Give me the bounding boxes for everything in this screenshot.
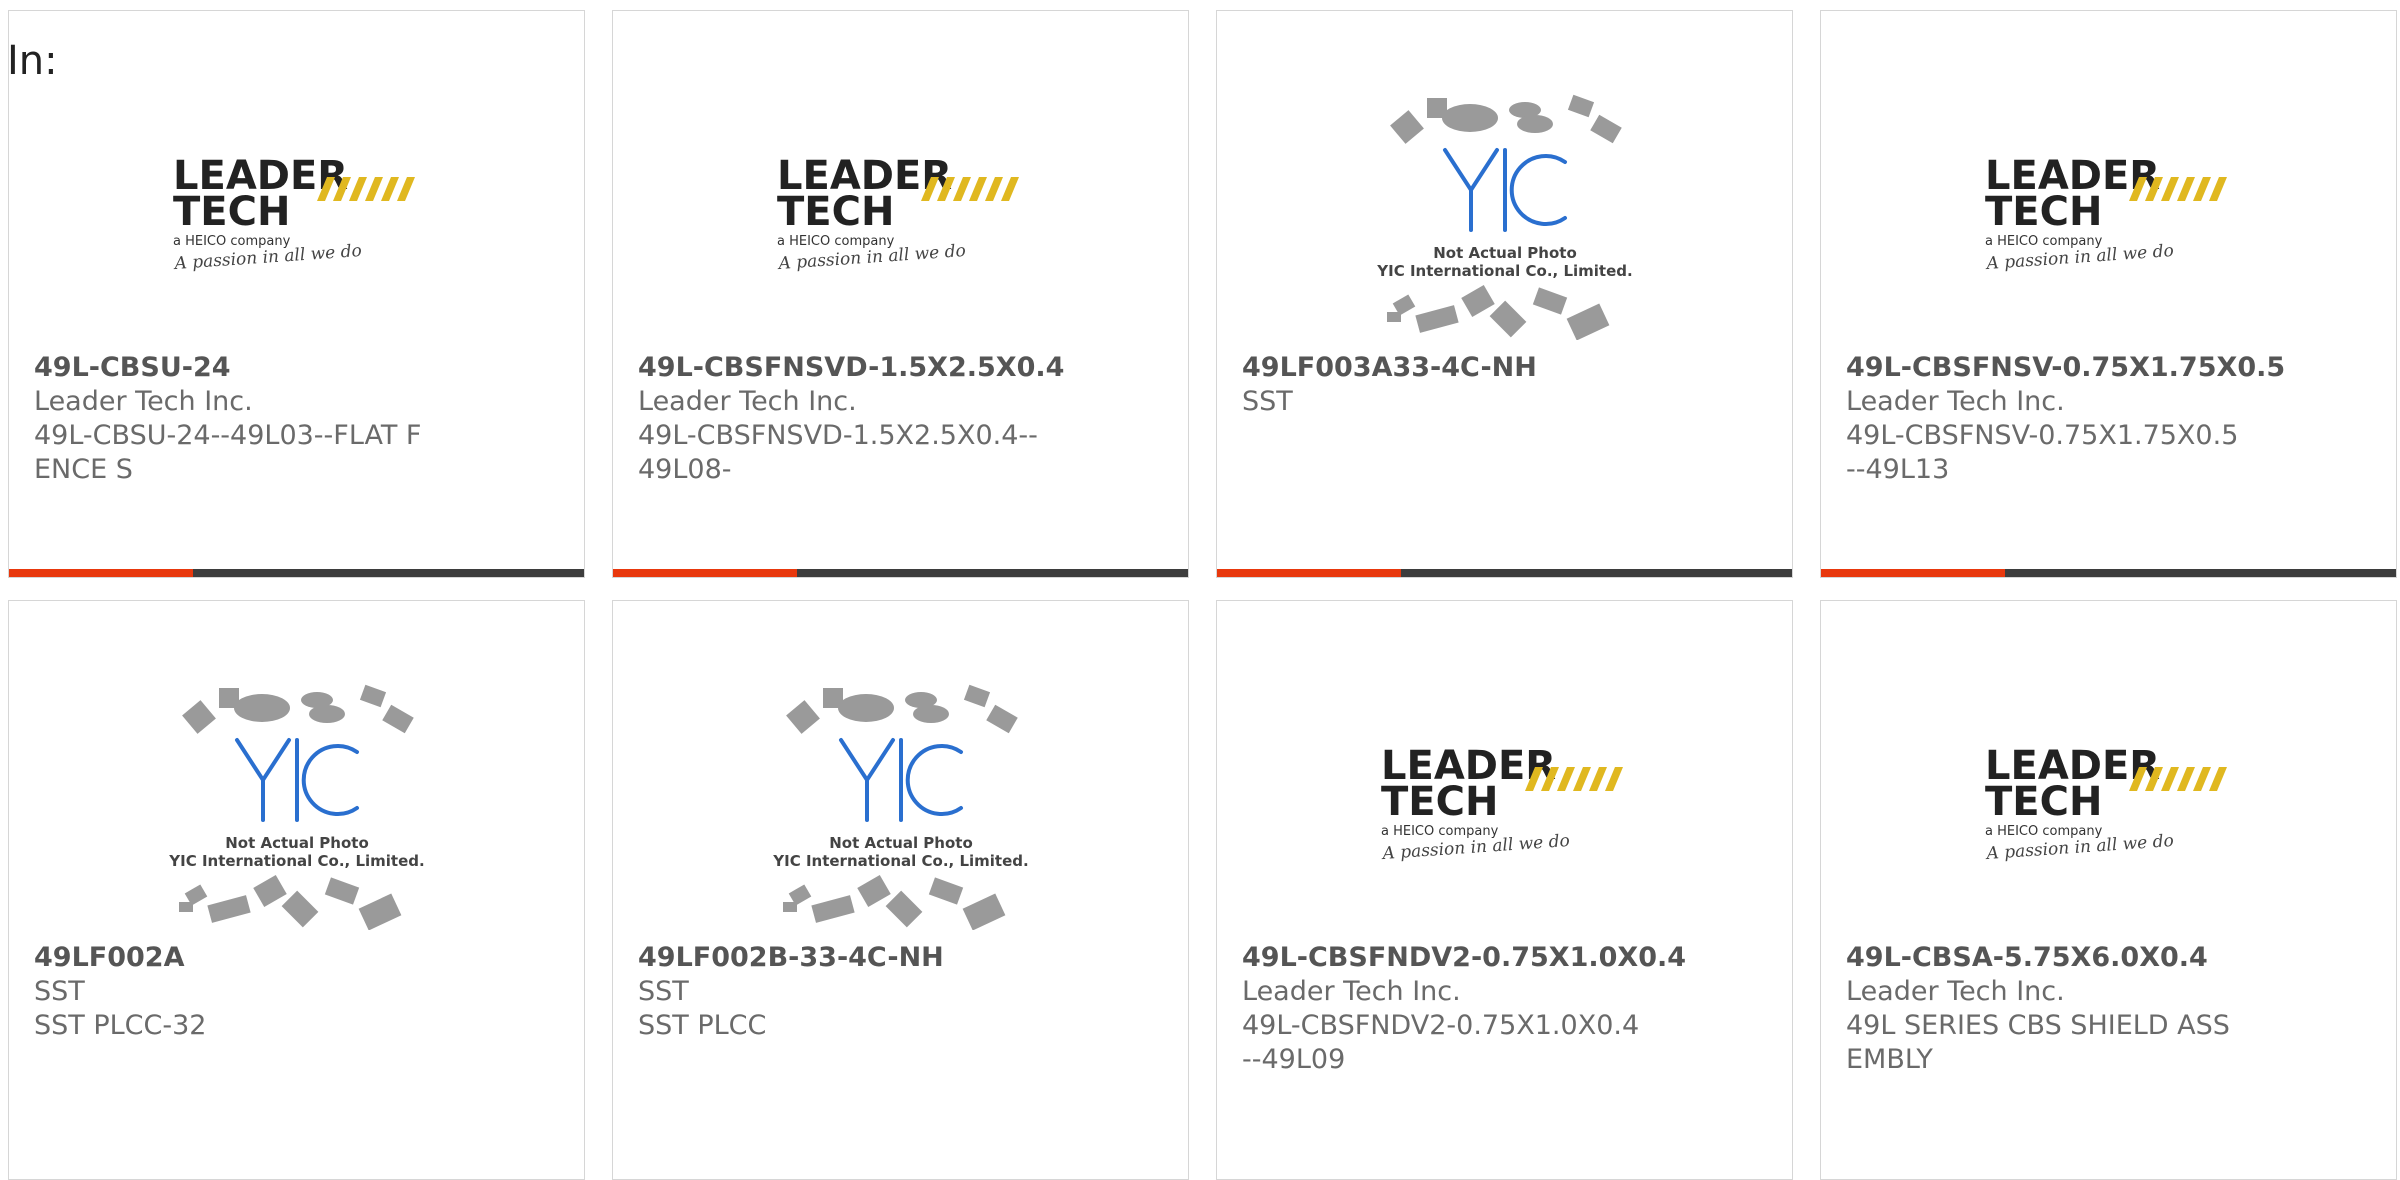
progress-bar-fill	[1821, 569, 2005, 577]
part-number[interactable]: 49L-CBSFNSVD-1.5X2.5X0.4	[638, 351, 1163, 385]
svg-text:Not Actual Photo: Not Actual Photo	[1433, 244, 1577, 262]
part-number[interactable]: 49LF002B-33-4C-NH	[638, 941, 1163, 975]
part-number[interactable]: 49L-CBSU-24	[34, 351, 559, 385]
svg-text:TECH: TECH	[173, 189, 290, 235]
product-thumbnail[interactable]: LEADER TECH a HEICO company A passion in…	[1217, 671, 1792, 939]
manufacturer: Leader Tech Inc.	[34, 386, 253, 417]
description: 49L-CBSFNSVD-1.5X2.5X0.4--49L08-	[638, 420, 1038, 485]
leader-tech-logo: LEADER TECH a HEICO company A passion in…	[1983, 153, 2227, 274]
product-card[interactable]: Not Actual Photo YIC International Co., …	[612, 600, 1189, 1180]
product-card[interactable]: Not Actual Photo YIC International Co., …	[8, 600, 585, 1180]
in-label: In:	[7, 38, 58, 84]
part-number[interactable]: 49LF002A	[34, 941, 559, 975]
progress-bar	[9, 569, 584, 577]
progress-bar	[613, 569, 1188, 577]
description: 49L SERIES CBS SHIELD ASSEMBLY	[1846, 1010, 2230, 1075]
svg-text:YIC International Co., Limited: YIC International Co., Limited.	[772, 852, 1028, 870]
svg-text:Not Actual Photo: Not Actual Photo	[225, 834, 369, 852]
product-card[interactable]: LEADER TECH a HEICO company A passion in…	[612, 10, 1189, 578]
part-number[interactable]: 49L-CBSA-5.75X6.0X0.4	[1846, 941, 2371, 975]
description: SST PLCC	[638, 1010, 767, 1041]
manufacturer: SST	[638, 976, 689, 1007]
product-card[interactable]: LEADER TECH a HEICO company A passion in…	[1820, 600, 2397, 1180]
product-thumbnail[interactable]: Not Actual Photo YIC International Co., …	[9, 671, 584, 939]
manufacturer: SST	[34, 976, 85, 1007]
manufacturer: Leader Tech Inc.	[1846, 386, 2065, 417]
leader-tech-logo: LEADER TECH a HEICO company A passion in…	[775, 153, 1019, 274]
description: SST PLCC-32	[34, 1010, 207, 1041]
yic-placeholder-image: Not Actual Photo YIC International Co., …	[168, 684, 424, 930]
manufacturer: SST	[1242, 386, 1293, 417]
manufacturer: Leader Tech Inc.	[638, 386, 857, 417]
product-thumbnail[interactable]: LEADER TECH a HEICO company A passion in…	[613, 81, 1188, 349]
yic-placeholder-image: Not Actual Photo YIC International Co., …	[772, 684, 1028, 930]
svg-text:YIC International Co., Limited: YIC International Co., Limited.	[1376, 262, 1632, 280]
svg-text:Not Actual Photo: Not Actual Photo	[829, 834, 973, 852]
svg-text:TECH: TECH	[777, 189, 894, 235]
product-card[interactable]: LEADER TECH a HEICO company A passion in…	[1216, 600, 1793, 1180]
leader-tech-logo: LEADER TECH a HEICO company A passion in…	[1983, 743, 2227, 864]
description: 49L-CBSFNDV2-0.75X1.0X0.4--49L09	[1242, 1010, 1640, 1075]
part-number[interactable]: 49L-CBSFNSV-0.75X1.75X0.5	[1846, 351, 2371, 385]
product-thumbnail[interactable]: Not Actual Photo YIC International Co., …	[1217, 81, 1792, 349]
progress-bar	[1217, 569, 1792, 577]
manufacturer: Leader Tech Inc.	[1242, 976, 1461, 1007]
product-card[interactable]: LEADER TECH a HEICO company A passion in…	[8, 10, 585, 578]
progress-bar	[1821, 569, 2396, 577]
svg-text:TECH: TECH	[1985, 189, 2102, 235]
manufacturer: Leader Tech Inc.	[1846, 976, 2065, 1007]
leader-tech-logo: LEADER TECH a HEICO company A passion in…	[171, 153, 415, 274]
progress-bar-fill	[1217, 569, 1401, 577]
progress-bar-fill	[9, 569, 193, 577]
svg-text:TECH: TECH	[1381, 779, 1498, 825]
yic-placeholder-image: Not Actual Photo YIC International Co., …	[1376, 94, 1632, 340]
progress-bar-fill	[613, 569, 797, 577]
product-thumbnail[interactable]: LEADER TECH a HEICO company A passion in…	[9, 81, 584, 349]
product-card[interactable]: Not Actual Photo YIC International Co., …	[1216, 10, 1793, 578]
leader-tech-logo: LEADER TECH a HEICO company A passion in…	[1379, 743, 1623, 864]
description: 49L-CBSFNSV-0.75X1.75X0.5--49L13	[1846, 420, 2239, 485]
svg-text:TECH: TECH	[1985, 779, 2102, 825]
part-number[interactable]: 49L-CBSFNDV2-0.75X1.0X0.4	[1242, 941, 1767, 975]
product-thumbnail[interactable]: LEADER TECH a HEICO company A passion in…	[1821, 671, 2396, 939]
description: 49L-CBSU-24--49L03--FLAT FENCE S	[34, 420, 422, 485]
product-thumbnail[interactable]: Not Actual Photo YIC International Co., …	[613, 671, 1188, 939]
svg-text:YIC International Co., Limited: YIC International Co., Limited.	[168, 852, 424, 870]
product-card[interactable]: LEADER TECH a HEICO company A passion in…	[1820, 10, 2397, 578]
part-number[interactable]: 49LF003A33-4C-NH	[1242, 351, 1767, 385]
product-thumbnail[interactable]: LEADER TECH a HEICO company A passion in…	[1821, 81, 2396, 349]
